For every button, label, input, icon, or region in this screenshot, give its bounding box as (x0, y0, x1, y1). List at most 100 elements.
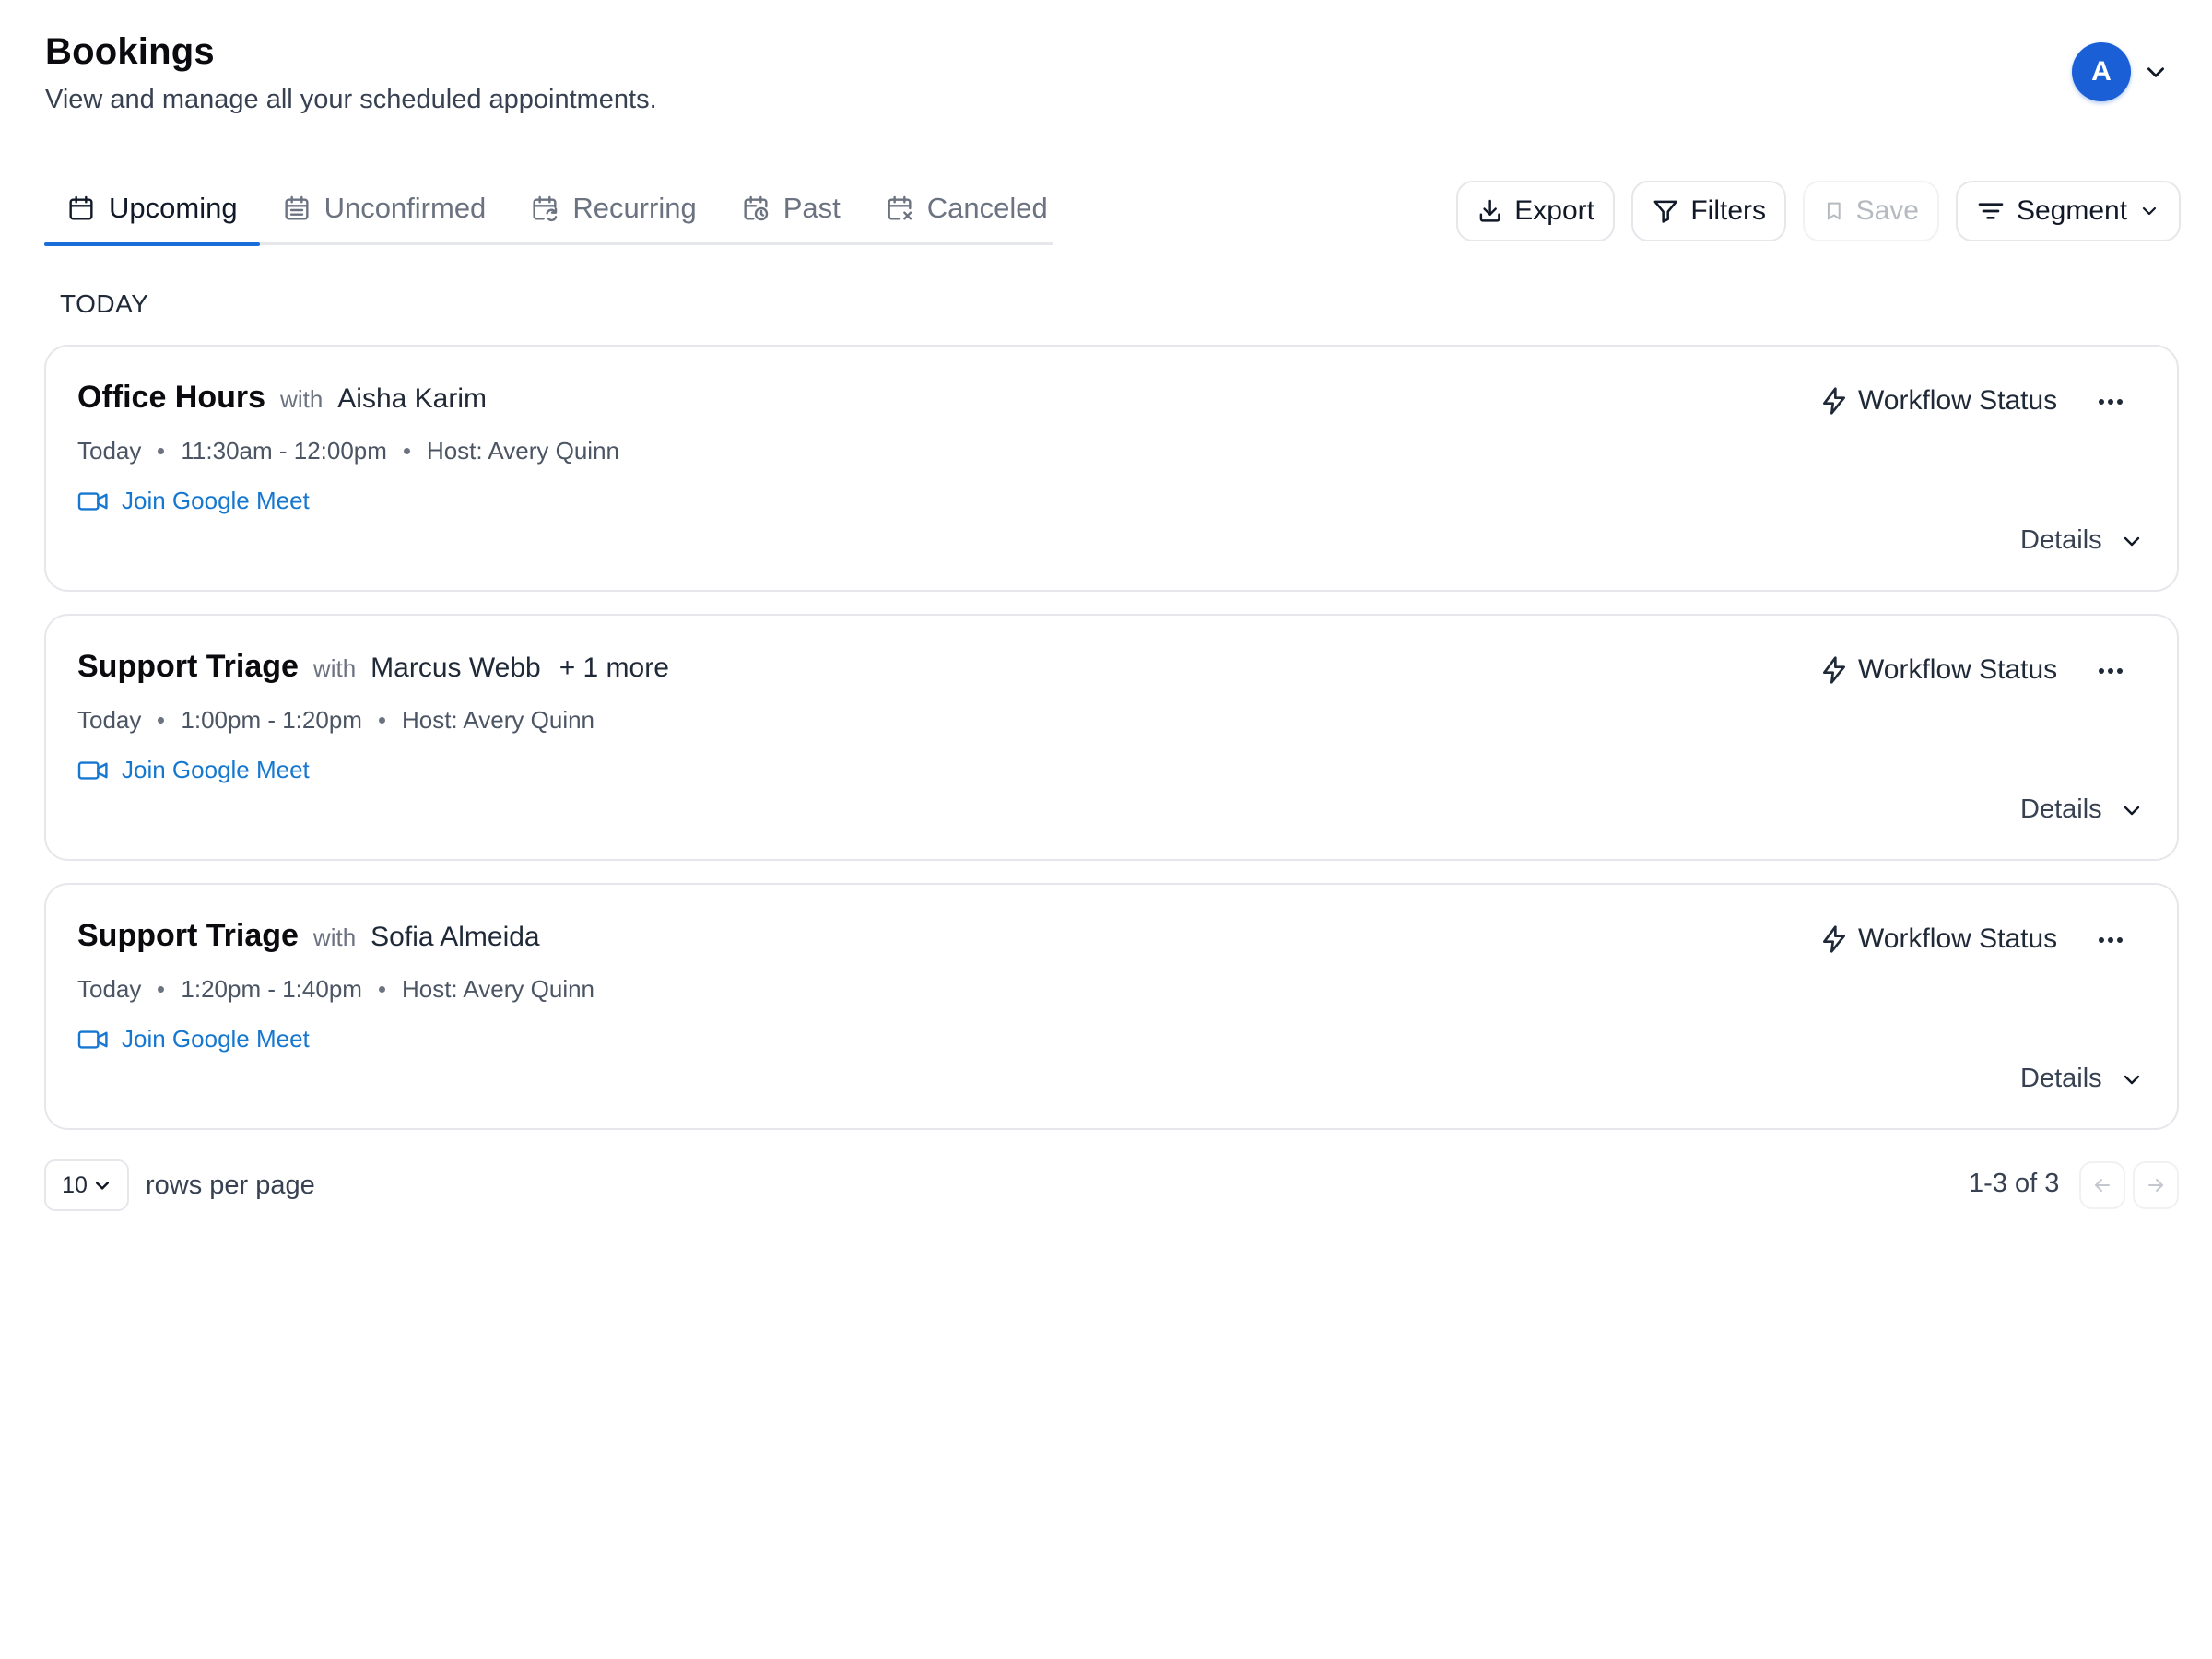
workflow-status-button[interactable]: Workflow Status (1819, 385, 2057, 417)
join-meet-label: Join Google Meet (122, 487, 310, 514)
event-title: Support Triage (77, 918, 299, 953)
tab-past[interactable]: Past (719, 173, 863, 243)
tab-upcoming[interactable]: Upcoming (44, 173, 260, 246)
separator-dot (158, 986, 165, 993)
booking-title-row: Support Triage with Marcus Webb + 1 more (77, 649, 669, 685)
booking-meta: Today 11:30am - 12:00pm Host: Avery Quin… (77, 437, 619, 465)
more-attendees-link[interactable]: + 1 more (559, 653, 669, 684)
booking-card: Office Hours with Aisha Karim Today 11:3… (44, 345, 2179, 592)
booking-host: Host: Avery Quinn (401, 706, 595, 734)
details-toggle[interactable]: Details (2020, 525, 2143, 556)
chevron-down-icon (2124, 536, 2139, 546)
workflow-status-label: Workflow Status (1858, 654, 2058, 685)
previous-page-button[interactable] (2079, 1161, 2125, 1209)
join-meet-link[interactable]: Join Google Meet (77, 756, 310, 784)
tab-label: Recurring (572, 192, 697, 224)
separator-dot (158, 448, 165, 454)
tab-canceled[interactable]: Canceled (863, 173, 1070, 243)
rows-per-page-label: rows per page (146, 1171, 315, 1200)
more-options-button[interactable] (2088, 382, 2133, 422)
workflow-status-label: Workflow Status (1858, 385, 2058, 416)
tab-label: Unconfirmed (324, 192, 487, 224)
workflow-status-label: Workflow Status (1858, 924, 2058, 954)
download-icon (1479, 199, 1500, 222)
tab-unconfirmed[interactable]: Unconfirmed (260, 173, 509, 243)
calendar-lines-icon (285, 195, 309, 220)
event-title: Support Triage (77, 649, 299, 684)
more-options-button[interactable] (2088, 651, 2133, 691)
save-button[interactable]: Save (1803, 181, 1939, 241)
ellipsis-icon (2099, 399, 2123, 405)
tab-recurring[interactable]: Recurring (508, 173, 718, 243)
chevron-down-icon (2142, 206, 2157, 216)
separator-dot (378, 717, 385, 724)
details-label: Details (2020, 525, 2102, 555)
booking-day: Today (77, 437, 142, 465)
video-camera-icon (77, 1030, 108, 1049)
attendee-name[interactable]: Marcus Webb (371, 653, 541, 684)
avatar[interactable]: A (2072, 42, 2131, 101)
chevron-down-icon (95, 1182, 109, 1190)
booking-day: Today (77, 975, 142, 1003)
page-subtitle: View and manage all your scheduled appoi… (45, 85, 657, 114)
booking-host: Host: Avery Quinn (401, 975, 595, 1003)
lightning-icon (1823, 925, 1845, 953)
calendar-repeat-icon (533, 195, 558, 222)
with-label: with (280, 385, 324, 413)
filters-label: Filters (1690, 195, 1766, 226)
separator-dot (403, 448, 410, 454)
event-title: Office Hours (77, 380, 266, 415)
bookmark-icon (1827, 202, 1841, 220)
with-label: with (312, 654, 357, 682)
details-toggle[interactable]: Details (2020, 1064, 2143, 1094)
export-button[interactable]: Export (1456, 181, 1615, 241)
details-label: Details (2020, 1064, 2102, 1093)
chevron-down-icon (2124, 1075, 2139, 1084)
booking-tabs: Upcoming Unconfirmed Recurring Past Canc… (44, 173, 1053, 246)
booking-title-row: Office Hours with Aisha Karim (77, 380, 487, 416)
lightning-icon (1823, 656, 1845, 684)
join-meet-label: Join Google Meet (122, 756, 310, 783)
lightning-icon (1823, 387, 1845, 415)
workflow-status-button[interactable]: Workflow Status (1819, 924, 2057, 955)
pagination-range: 1-3 of 3 (1969, 1169, 2060, 1198)
arrow-right-icon (2148, 1179, 2163, 1192)
workflow-status-button[interactable]: Workflow Status (1819, 654, 2057, 686)
booking-title-row: Support Triage with Sofia Almeida (77, 918, 540, 954)
details-toggle[interactable]: Details (2020, 794, 2143, 825)
attendee-name[interactable]: Aisha Karim (337, 383, 487, 415)
join-meet-link[interactable]: Join Google Meet (77, 487, 310, 515)
rows-per-page-select[interactable]: 10 (44, 1159, 129, 1211)
tab-label: Past (782, 192, 841, 224)
join-meet-label: Join Google Meet (122, 1025, 310, 1053)
booking-meta: Today 1:00pm - 1:20pm Host: Avery Quinn (77, 706, 594, 735)
with-label: with (312, 924, 357, 951)
chevron-down-icon (2147, 67, 2164, 77)
booking-card: Support Triage with Marcus Webb + 1 more… (44, 614, 2179, 861)
calendar-icon (69, 195, 93, 220)
attendee-name[interactable]: Sofia Almeida (371, 922, 539, 953)
sort-lines-icon (1978, 203, 2004, 219)
tab-label: Upcoming (109, 192, 238, 224)
video-camera-icon (77, 491, 108, 511)
ellipsis-icon (2099, 668, 2123, 674)
separator-dot (378, 986, 385, 993)
page-title: Bookings (45, 31, 215, 72)
rows-per-page-value: 10 (62, 1171, 88, 1198)
next-page-button[interactable] (2133, 1161, 2179, 1209)
filters-button[interactable]: Filters (1631, 181, 1786, 241)
booking-card: Support Triage with Sofia Almeida Today … (44, 883, 2179, 1130)
section-label-today: TODAY (60, 289, 149, 318)
save-label: Save (1855, 195, 1919, 226)
more-options-button[interactable] (2088, 920, 2133, 960)
booking-host: Host: Avery Quinn (426, 437, 620, 465)
user-menu[interactable]: A (2072, 42, 2168, 101)
details-label: Details (2020, 794, 2102, 824)
join-meet-link[interactable]: Join Google Meet (77, 1025, 310, 1053)
video-camera-icon (77, 760, 108, 780)
export-label: Export (1514, 195, 1594, 226)
booking-time: 11:30am - 12:00pm (181, 437, 387, 465)
booking-meta: Today 1:20pm - 1:40pm Host: Avery Quinn (77, 975, 594, 1004)
segment-dropdown[interactable]: Segment (1956, 181, 2181, 241)
filter-icon (1653, 200, 1677, 223)
